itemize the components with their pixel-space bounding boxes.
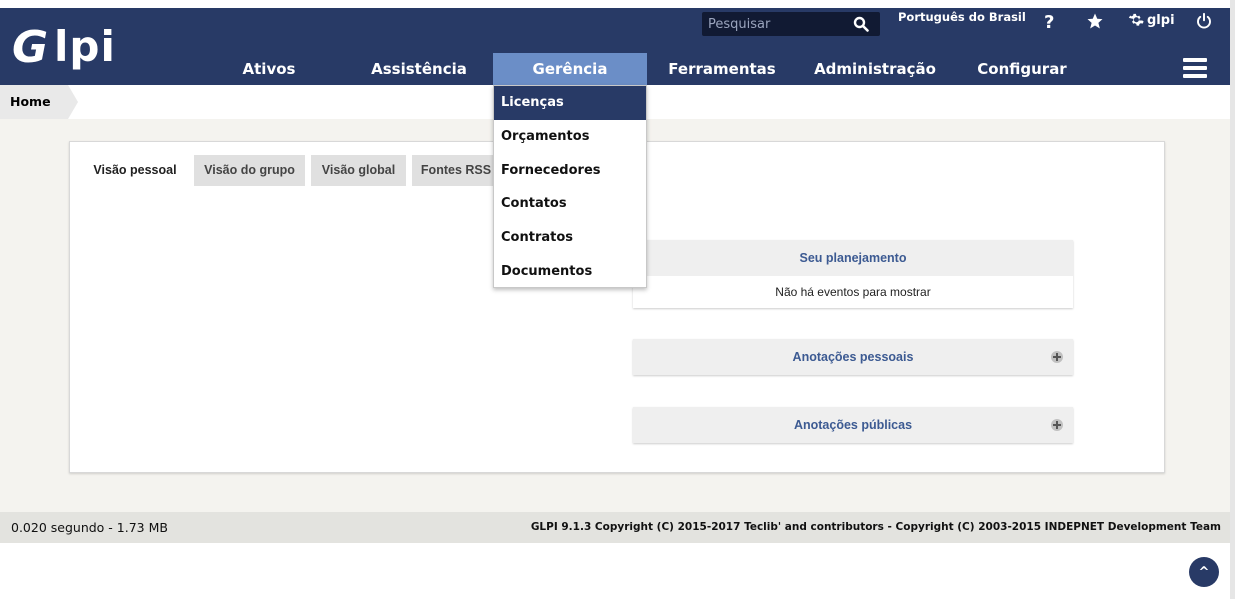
- menu-item-assistencia[interactable]: Assistência: [360, 53, 478, 85]
- tab-visao-pessoal[interactable]: Visão pessoal: [82, 155, 188, 186]
- username-label: glpi: [1147, 12, 1175, 28]
- menu-item-configurar[interactable]: Configurar: [966, 53, 1078, 85]
- hamburger-menu-icon[interactable]: [1183, 58, 1207, 80]
- breadcrumb-home[interactable]: Home: [0, 85, 68, 119]
- add-public-note-icon[interactable]: [1051, 419, 1063, 431]
- planning-title[interactable]: Seu planejamento: [633, 240, 1073, 276]
- gerencia-dropdown-menu: Licenças Orçamentos Fornecedores Contato…: [493, 85, 647, 288]
- tab-visao-global[interactable]: Visão global: [311, 155, 406, 186]
- breadcrumb-home-label: Home: [10, 94, 51, 109]
- star-icon[interactable]: [1086, 12, 1104, 35]
- menu-item-ferramentas[interactable]: Ferramentas: [660, 53, 784, 85]
- breadcrumb-arrow: [68, 85, 78, 119]
- search-input[interactable]: [702, 13, 847, 35]
- tab-visao-do-grupo[interactable]: Visão do grupo: [194, 155, 305, 186]
- menu-item-ativos[interactable]: Ativos: [225, 53, 313, 85]
- dropdown-item-documentos[interactable]: Documentos: [494, 255, 646, 289]
- dropdown-item-contatos[interactable]: Contatos: [494, 187, 646, 221]
- personal-notes-header: Anotações pessoais: [633, 339, 1073, 375]
- back-to-top-button[interactable]: ^: [1189, 557, 1219, 587]
- personal-notes-box: Anotações pessoais: [633, 339, 1073, 375]
- user-preferences-link[interactable]: glpi: [1128, 12, 1175, 28]
- help-icon[interactable]: ?: [1044, 12, 1054, 33]
- public-notes-title[interactable]: Anotações públicas: [794, 418, 912, 432]
- planning-empty-message: Não há eventos para mostrar: [775, 285, 931, 299]
- footer-copyright[interactable]: GLPI 9.1.3 Copyright (C) 2015-2017 Tecli…: [531, 521, 1221, 533]
- page-footer: 0.020 segundo - 1.73 MB GLPI 9.1.3 Copyr…: [0, 512, 1230, 543]
- dropdown-item-licencas[interactable]: Licenças: [494, 86, 646, 120]
- tab-fontes-rss[interactable]: Fontes RSS: [412, 155, 500, 186]
- gear-icon: [1128, 13, 1144, 26]
- dropdown-item-fornecedores[interactable]: Fornecedores: [494, 154, 646, 188]
- page-scrollbar[interactable]: [1230, 0, 1235, 599]
- search-box: [702, 12, 880, 36]
- search-icon[interactable]: [847, 12, 875, 36]
- menu-item-administracao[interactable]: Administração: [805, 53, 945, 85]
- personal-notes-title[interactable]: Anotações pessoais: [793, 350, 914, 364]
- footer-timing: 0.020 segundo - 1.73 MB: [11, 520, 168, 535]
- public-notes-box: Anotações públicas: [633, 407, 1073, 443]
- logout-icon[interactable]: [1195, 12, 1213, 34]
- add-personal-note-icon[interactable]: [1051, 351, 1063, 363]
- planning-box: Seu planejamento Não há eventos para mos…: [633, 240, 1073, 308]
- dropdown-item-orcamentos[interactable]: Orçamentos: [494, 120, 646, 154]
- public-notes-header: Anotações públicas: [633, 407, 1073, 443]
- menu-item-gerencia[interactable]: Gerência: [493, 53, 647, 85]
- main-menu: Ativos Assistência Gerência Ferramentas …: [0, 53, 1230, 85]
- dropdown-item-contratos[interactable]: Contratos: [494, 221, 646, 255]
- language-selector[interactable]: Português do Brasil: [898, 10, 1026, 24]
